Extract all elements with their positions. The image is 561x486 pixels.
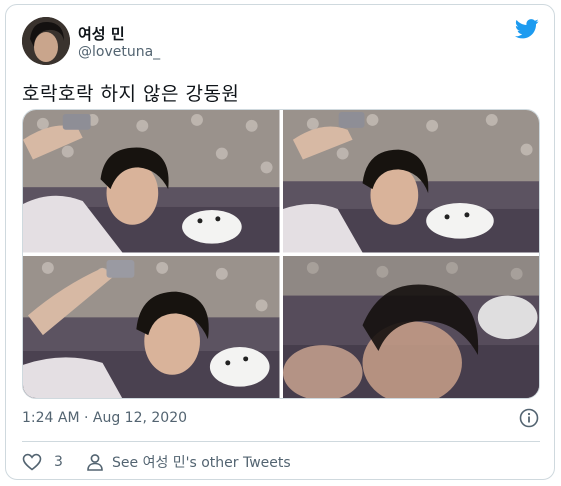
avatar[interactable] xyxy=(22,17,70,65)
tweet-card: 여성 민 @lovetuna_ 호락호락 하지 않은 강동원 1:24 AM ·… xyxy=(5,4,555,480)
heart-icon[interactable] xyxy=(22,453,42,471)
twitter-bird-icon[interactable] xyxy=(515,19,539,39)
divider xyxy=(22,441,540,442)
tweet-text: 호락호락 하지 않은 강동원 xyxy=(22,83,240,105)
other-tweets-label[interactable]: See 여성 민's other Tweets xyxy=(112,452,291,472)
tweet-photo[interactable] xyxy=(282,110,539,253)
author-handle[interactable]: @lovetuna_ xyxy=(78,44,160,60)
tweet-photo[interactable] xyxy=(23,110,280,253)
see-other-tweets-link[interactable]: See 여성 민's other Tweets xyxy=(86,452,291,472)
person-icon xyxy=(87,454,103,471)
info-icon[interactable] xyxy=(519,408,539,428)
tweet-photo[interactable] xyxy=(282,255,539,398)
like-count: 3 xyxy=(54,454,63,470)
like-button[interactable]: 3 xyxy=(22,452,63,472)
tweet-timestamp[interactable]: 1:24 AM · Aug 12, 2020 xyxy=(22,410,187,426)
author-display-name[interactable]: 여성 민 xyxy=(78,23,125,44)
media-grid[interactable] xyxy=(22,109,540,399)
tweet-photo[interactable] xyxy=(23,255,280,398)
